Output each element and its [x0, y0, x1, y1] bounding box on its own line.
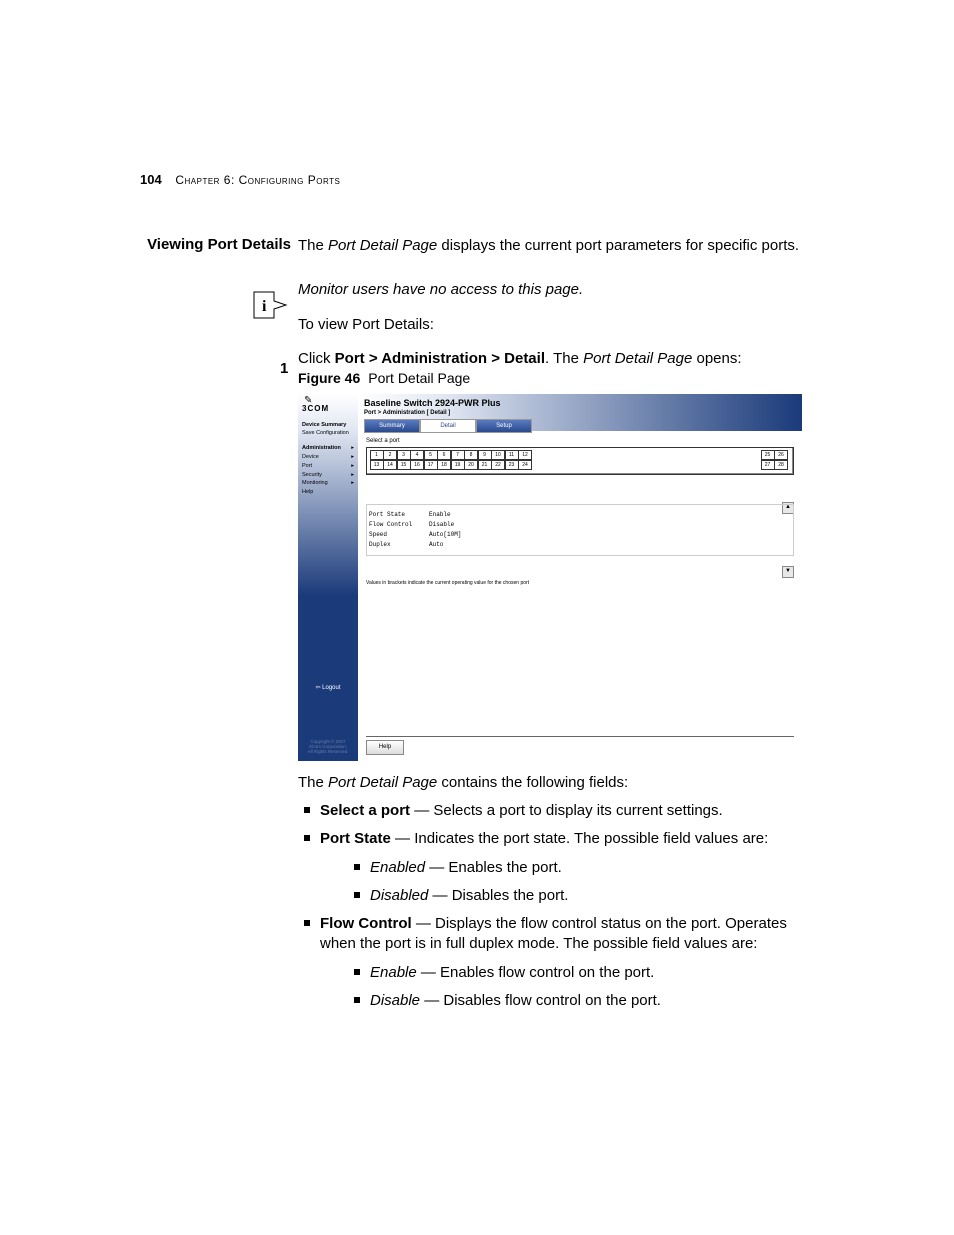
detail-footnote: Values in brackets indicate the current …	[366, 580, 529, 587]
running-header: 104 Chapter 6: Configuring Ports	[140, 172, 340, 187]
port-cell[interactable]: 9	[478, 450, 492, 460]
port-cell[interactable]: 12	[518, 450, 532, 460]
logout-link[interactable]: ⇦ Logout	[298, 684, 358, 692]
nav-item[interactable]: Help	[302, 488, 356, 497]
section-heading: Viewing Port Details	[121, 236, 291, 253]
tab-setup[interactable]: Setup	[476, 419, 532, 433]
port-cell[interactable]: 8	[464, 450, 478, 460]
svg-text:i: i	[262, 298, 267, 315]
port-cell[interactable]: 25	[761, 450, 775, 460]
list-item: Disable — Disables flow control on the p…	[350, 991, 818, 1011]
port-cell[interactable]: 19	[451, 460, 465, 470]
port-cell[interactable]: 10	[491, 450, 505, 460]
step-1: Click Port > Administration > Detail. Th…	[298, 349, 818, 369]
nav-item[interactable]: Port▸	[302, 462, 356, 471]
port-cell[interactable]: 15	[397, 460, 411, 470]
select-port-label: Select a port	[358, 431, 802, 447]
tab-detail[interactable]: Detail	[420, 419, 476, 433]
port-cell[interactable]: 24	[518, 460, 532, 470]
port-cell[interactable]: 28	[774, 460, 788, 470]
nav-item[interactable]: Administration▸	[302, 444, 356, 453]
nav-item[interactable]: Security▸	[302, 471, 356, 480]
port-cell[interactable]: 14	[383, 460, 397, 470]
port-cell[interactable]: 4	[410, 450, 424, 460]
note-text: Monitor users have no access to this pag…	[298, 280, 818, 300]
port-cell[interactable]: 16	[410, 460, 424, 470]
port-cell[interactable]: 21	[478, 460, 492, 470]
nav-device-summary[interactable]: Device Summary	[302, 421, 356, 430]
port-cell[interactable]: 11	[505, 450, 519, 460]
copyright: Copyright © 20073Com Corporation.All Rig…	[298, 740, 358, 755]
list-item: Enable — Enables flow control on the por…	[350, 963, 818, 983]
port-cell[interactable]: 1	[370, 450, 384, 460]
after-figure-text: The Port Detail Page contains the follow…	[298, 773, 818, 793]
lead-in: To view Port Details:	[298, 315, 818, 335]
port-cell[interactable]: 13	[370, 460, 384, 470]
list-item: Disabled — Disables the port.	[350, 886, 818, 906]
port-cell[interactable]: 23	[505, 460, 519, 470]
nav-save-config[interactable]: Save Configuration	[302, 429, 356, 438]
port-cell[interactable]: 6	[437, 450, 451, 460]
logo-3com: 3COM	[298, 404, 358, 421]
step-number: 1	[280, 360, 288, 377]
list-item: Flow Control — Displays the flow control…	[298, 914, 818, 1011]
info-icon: i	[252, 290, 288, 325]
shot-sidebar: ✎ 3COM Device Summary Save Configuration…	[298, 394, 358, 761]
port-cell[interactable]: 5	[424, 450, 438, 460]
port-cell[interactable]: 22	[491, 460, 505, 470]
figure-caption: Figure 46Port Detail Page	[298, 369, 818, 388]
port-detail-values: Port StateEnable Flow ControlDisable Spe…	[366, 504, 794, 556]
help-button[interactable]: Help	[366, 740, 404, 755]
chapter-title: Chapter 6: Configuring Ports	[175, 173, 340, 187]
device-title: Baseline Switch 2924-PWR Plus	[364, 397, 796, 409]
shot-main: Baseline Switch 2924-PWR Plus Port > Adm…	[358, 394, 802, 761]
port-selector[interactable]: 123456789101112 131415161718192021222324…	[366, 447, 794, 475]
figure-screenshot: ✎ 3COM Device Summary Save Configuration…	[298, 394, 802, 761]
field-list: Select a port — Selects a port to displa…	[298, 801, 818, 1011]
breadcrumb: Port > Administration [ Detail ]	[364, 409, 796, 417]
port-cell[interactable]: 27	[761, 460, 775, 470]
list-item: Port State — Indicates the port state. T…	[298, 829, 818, 906]
tab-summary[interactable]: Summary	[364, 419, 420, 433]
nav-item[interactable]: Monitoring▸	[302, 479, 356, 488]
port-cell[interactable]: 18	[437, 460, 451, 470]
port-cell[interactable]: 2	[383, 450, 397, 460]
port-cell[interactable]: 20	[464, 460, 478, 470]
port-cell[interactable]: 17	[424, 460, 438, 470]
page-number: 104	[140, 172, 162, 187]
list-item: Select a port — Selects a port to displa…	[298, 801, 818, 821]
intro-paragraph: The Port Detail Page displays the curren…	[298, 236, 818, 256]
port-cell[interactable]: 7	[451, 450, 465, 460]
port-cell[interactable]: 3	[397, 450, 411, 460]
nav-item[interactable]: Device▸	[302, 453, 356, 462]
list-item: Enabled — Enables the port.	[350, 858, 818, 878]
scroll-down-icon[interactable]: ▼	[782, 566, 794, 578]
port-cell[interactable]: 26	[774, 450, 788, 460]
